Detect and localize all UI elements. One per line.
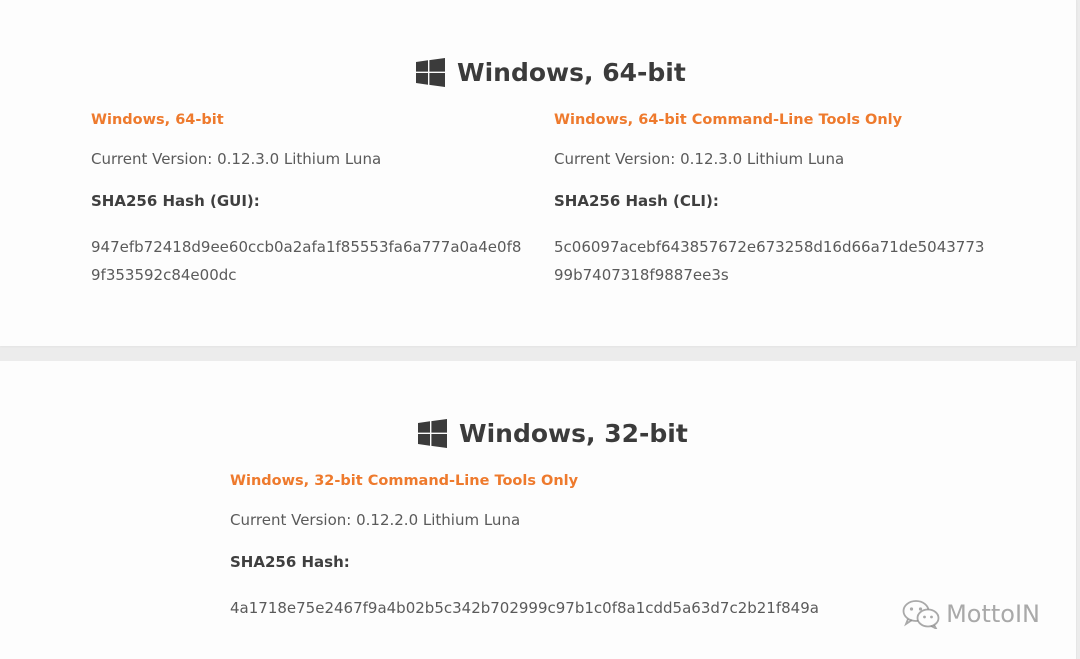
hash-label: SHA256 Hash: bbox=[230, 553, 350, 571]
section-title-text: Windows, 32-bit bbox=[459, 419, 688, 448]
windows-64-section: Windows, 64-bit Windows, 64-bit Current … bbox=[0, 0, 1077, 346]
page: Windows, 64-bit Windows, 64-bit Current … bbox=[0, 0, 1080, 659]
hash-label: SHA256 Hash (CLI): bbox=[554, 192, 719, 210]
section-title-text: Windows, 64-bit bbox=[457, 58, 686, 87]
current-version: Current Version: 0.12.3.0 Lithium Luna bbox=[554, 150, 845, 168]
windows-logo-icon bbox=[418, 419, 447, 448]
hash-value: 5c06097acebf643857672e673258d16d66a71de5… bbox=[554, 238, 985, 284]
download-column-cli: Windows, 32-bit Command-Line Tools Only … bbox=[230, 471, 850, 622]
windows-32-section: Windows, 32-bit Windows, 32-bit Command-… bbox=[0, 361, 1077, 659]
section-title: Windows, 32-bit bbox=[418, 419, 688, 448]
download-column-gui: Windows, 64-bit Current Version: 0.12.3.… bbox=[91, 110, 531, 289]
current-version: Current Version: 0.12.2.0 Lithium Luna bbox=[230, 511, 521, 529]
hash-value: 4a1718e75e2467f9a4b02b5c342b702999c97b1c… bbox=[230, 599, 819, 617]
windows-logo-icon bbox=[416, 58, 445, 87]
download-link-windows-32-cli[interactable]: Windows, 32-bit Command-Line Tools Only bbox=[230, 471, 850, 491]
watermark-text: MottoIN bbox=[946, 600, 1040, 628]
section-title: Windows, 64-bit bbox=[416, 58, 686, 87]
download-column-cli: Windows, 64-bit Command-Line Tools Only … bbox=[554, 110, 994, 289]
hash-label: SHA256 Hash (GUI): bbox=[91, 192, 260, 210]
wechat-icon bbox=[902, 599, 940, 629]
hash-value: 947efb72418d9ee60ccb0a2afa1f85553fa6a777… bbox=[91, 238, 522, 284]
download-link-windows-64-cli[interactable]: Windows, 64-bit Command-Line Tools Only bbox=[554, 110, 994, 130]
download-link-windows-64-gui[interactable]: Windows, 64-bit bbox=[91, 110, 531, 130]
current-version: Current Version: 0.12.3.0 Lithium Luna bbox=[91, 150, 382, 168]
watermark: MottoIN bbox=[902, 599, 1040, 629]
